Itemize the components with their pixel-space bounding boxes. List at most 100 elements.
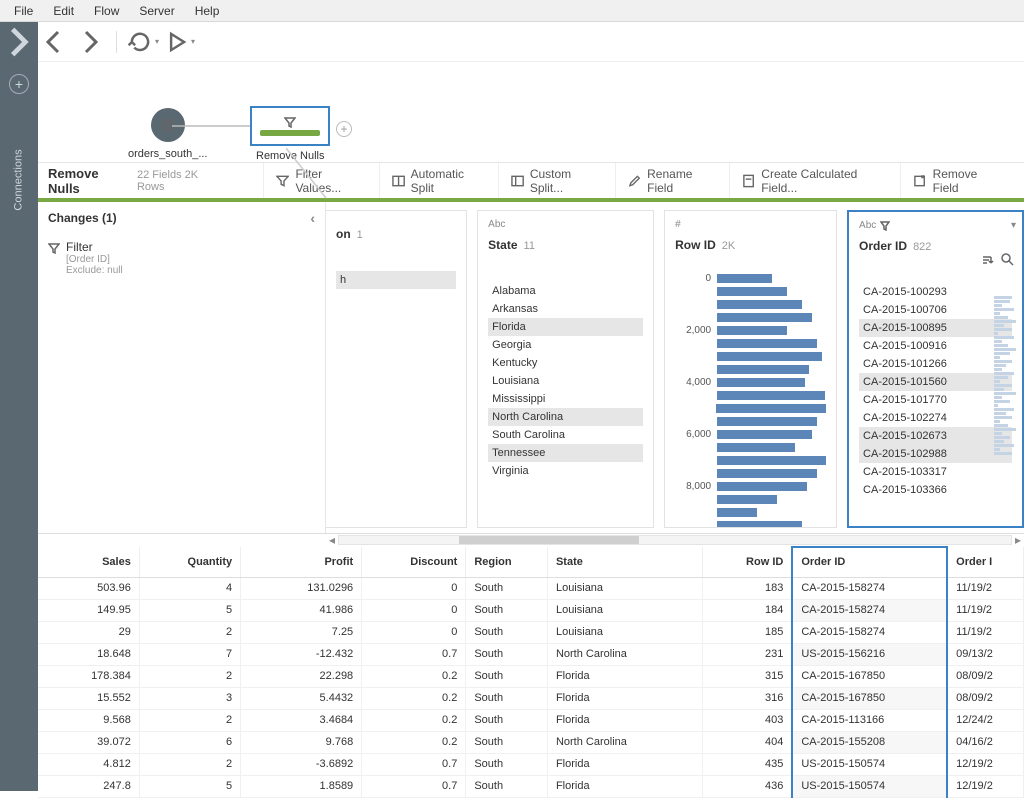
histogram-bar[interactable]	[671, 441, 826, 454]
state-value[interactable]: Florida	[488, 318, 643, 336]
profile-card-rowid[interactable]: # Row ID2K 02,0004,0006,0008,000	[664, 210, 837, 528]
remove-field-button[interactable]: Remove Field	[900, 163, 1014, 198]
menu-edit[interactable]: Edit	[43, 2, 84, 20]
region-value[interactable]: h	[336, 271, 456, 289]
orderid-value[interactable]: CA-2015-100706	[859, 301, 1012, 319]
histogram-bar[interactable]: 4,000	[671, 376, 826, 389]
auto-split-button[interactable]: Automatic Split	[379, 163, 498, 198]
table-row[interactable]: 247.851.85890.7SouthFlorida436US-2015-15…	[38, 775, 1024, 797]
profile-card-orderid[interactable]: Abc ▾ Order ID822 CA-2015-100293CA-2015-…	[847, 210, 1024, 528]
histogram-bar[interactable]	[671, 285, 826, 298]
profile-scrollbar[interactable]: ◂ ▸	[326, 534, 1024, 546]
histogram-bar[interactable]: 0	[671, 272, 826, 285]
orderid-value[interactable]: CA-2015-101266	[859, 355, 1012, 373]
state-value[interactable]: South Carolina	[488, 426, 643, 444]
custom-split-icon	[511, 174, 524, 188]
orderid-value[interactable]: CA-2015-101770	[859, 391, 1012, 409]
orderid-value[interactable]: CA-2015-103317	[859, 463, 1012, 481]
orderid-value[interactable]: CA-2015-102673	[859, 427, 1012, 445]
data-grid[interactable]: Sales Quantity Profit Discount Region St…	[38, 546, 1024, 798]
histogram-bar[interactable]	[671, 363, 826, 376]
state-value[interactable]: Louisiana	[488, 372, 643, 390]
orderid-value[interactable]: CA-2015-102988	[859, 445, 1012, 463]
orderid-value[interactable]: CA-2015-100895	[859, 319, 1012, 337]
sort-icon[interactable]	[980, 252, 994, 266]
histogram-bar[interactable]	[671, 350, 826, 363]
custom-split-button[interactable]: Custom Split...	[498, 163, 615, 198]
histogram-bar[interactable]	[671, 454, 826, 467]
orderid-value[interactable]: CA-2015-103366	[859, 481, 1012, 499]
menu-server[interactable]: Server	[129, 2, 184, 20]
menu-flow[interactable]: Flow	[84, 2, 129, 20]
state-value[interactable]: Georgia	[488, 336, 643, 354]
col-profit[interactable]: Profit	[241, 547, 362, 577]
histogram-bar[interactable]	[671, 506, 826, 519]
table-row[interactable]: 39.07269.7680.2SouthNorth Carolina404CA-…	[38, 731, 1024, 753]
state-value[interactable]: Tennessee	[488, 444, 643, 462]
histogram-bar[interactable]	[671, 402, 826, 415]
histogram-bar[interactable]	[671, 415, 826, 428]
orderid-value[interactable]: CA-2015-100293	[859, 283, 1012, 301]
histogram-bar[interactable]: 2,000	[671, 324, 826, 337]
change-item[interactable]: Filter	[48, 240, 315, 254]
state-value[interactable]: Alabama	[488, 282, 643, 300]
collapse-changes-button[interactable]: ‹	[310, 210, 315, 226]
table-row[interactable]: 15.55235.44320.2SouthFlorida316CA-2015-1…	[38, 687, 1024, 709]
forward-button[interactable]	[74, 28, 106, 56]
search-icon[interactable]	[1000, 252, 1014, 266]
histogram-bar[interactable]	[671, 467, 826, 480]
state-value[interactable]: Kentucky	[488, 354, 643, 372]
flow-canvas[interactable]: orders_south_... + Remove Nulls	[38, 62, 1024, 162]
scroll-left-icon[interactable]: ◂	[326, 534, 338, 546]
table-row[interactable]: 178.384222.2980.2SouthFlorida315CA-2015-…	[38, 665, 1024, 687]
table-row[interactable]: 9.56823.46840.2SouthFlorida403CA-2015-11…	[38, 709, 1024, 731]
state-value[interactable]: North Carolina	[488, 408, 643, 426]
rename-field-button[interactable]: Rename Field	[615, 163, 729, 198]
histogram-bar[interactable]	[671, 493, 826, 506]
table-row[interactable]: 2927.250SouthLouisiana185CA-2015-1582741…	[38, 621, 1024, 643]
state-value[interactable]: Mississippi	[488, 390, 643, 408]
profile-card-region[interactable]: on1 h	[326, 210, 467, 528]
table-row[interactable]: 18.6487-12.4320.7SouthNorth Carolina231U…	[38, 643, 1024, 665]
rail-expand-icon[interactable]	[0, 22, 38, 62]
col-region[interactable]: Region	[466, 547, 548, 577]
histogram-bar[interactable]	[671, 519, 826, 528]
table-row[interactable]: 4.8122-3.68920.7SouthFlorida435US-2015-1…	[38, 753, 1024, 775]
histogram-bar[interactable]: 8,000	[671, 480, 826, 493]
col-orderdate[interactable]: Order I	[947, 547, 1023, 577]
histogram-bar[interactable]	[671, 337, 826, 350]
orderid-value[interactable]: CA-2015-101560	[859, 373, 1012, 391]
table-row[interactable]: 503.964131.02960SouthLouisiana183CA-2015…	[38, 577, 1024, 599]
col-quantity[interactable]: Quantity	[139, 547, 240, 577]
col-discount[interactable]: Discount	[362, 547, 466, 577]
run-button[interactable]: ▾	[163, 28, 195, 56]
card-menu-button[interactable]: ▾	[1011, 220, 1016, 231]
histogram-bar[interactable]	[671, 311, 826, 324]
histogram-bar[interactable]: 6,000	[671, 428, 826, 441]
add-connection-button[interactable]: +	[9, 74, 29, 94]
histogram-bar[interactable]	[671, 298, 826, 311]
table-row[interactable]: 149.95541.9860SouthLouisiana184CA-2015-1…	[38, 599, 1024, 621]
remove-icon	[913, 174, 926, 188]
back-button[interactable]	[38, 28, 70, 56]
create-calc-button[interactable]: Create Calculated Field...	[729, 163, 900, 198]
state-value[interactable]: Arkansas	[488, 300, 643, 318]
col-rowid[interactable]: Row ID	[702, 547, 792, 577]
profile-card-state[interactable]: Abc State11 AlabamaArkansasFloridaGeorgi…	[477, 210, 654, 528]
menu-help[interactable]: Help	[185, 2, 230, 20]
col-state[interactable]: State	[547, 547, 702, 577]
col-sales[interactable]: Sales	[38, 547, 139, 577]
scroll-thumb[interactable]	[459, 536, 639, 544]
flow-input-node[interactable]: orders_south_...	[128, 108, 208, 160]
orderid-value[interactable]: CA-2015-102274	[859, 409, 1012, 427]
profile-area: on1 h Abc State11 AlabamaArkansasFlorida…	[326, 202, 1024, 533]
scroll-right-icon[interactable]: ▸	[1012, 534, 1024, 546]
col-orderid[interactable]: Order ID	[792, 547, 947, 577]
add-step-button[interactable]: +	[336, 121, 352, 137]
histogram-bar[interactable]	[671, 389, 826, 402]
menu-file[interactable]: File	[4, 2, 43, 20]
refresh-button[interactable]: ▾	[127, 28, 159, 56]
flow-step-node[interactable]	[250, 106, 330, 146]
orderid-value[interactable]: CA-2015-100916	[859, 337, 1012, 355]
state-value[interactable]: Virginia	[488, 462, 643, 480]
